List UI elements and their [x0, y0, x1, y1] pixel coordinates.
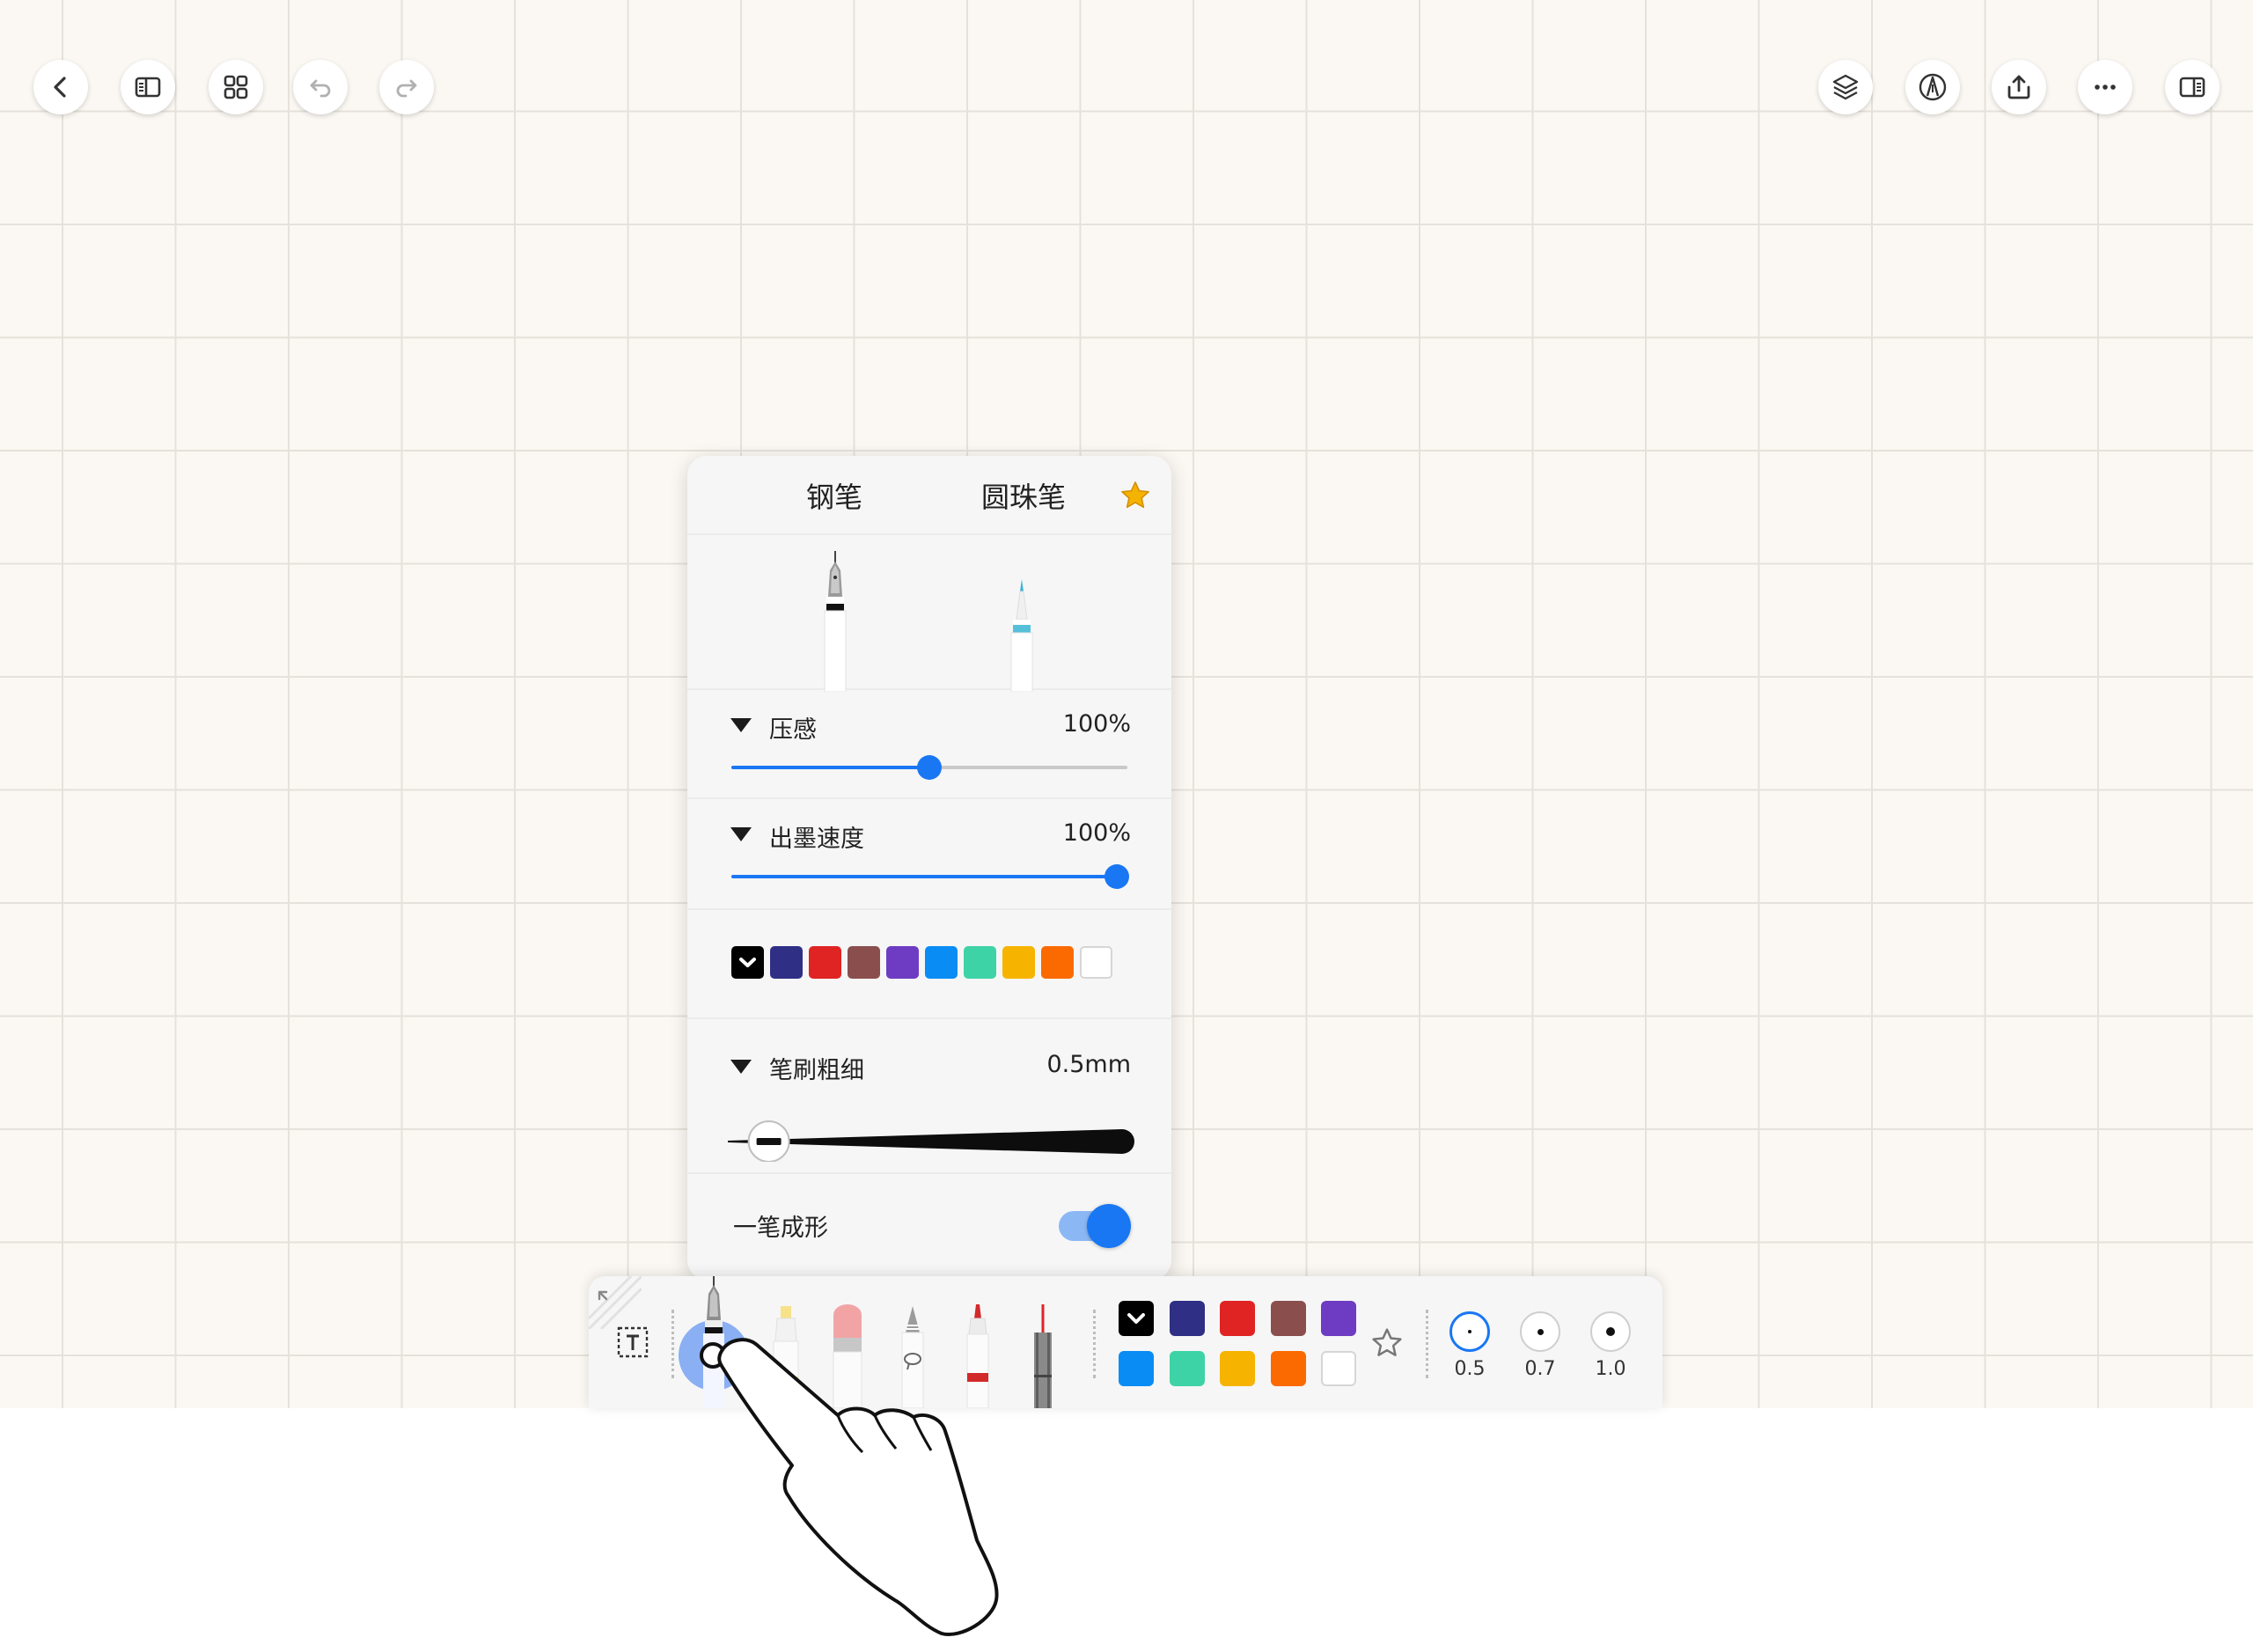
ink-speed-slider-fill — [731, 875, 1117, 878]
pressure-slider-fill — [731, 766, 929, 769]
ink-speed-slider[interactable] — [731, 864, 1129, 889]
toolbar-divider — [1426, 1310, 1428, 1378]
pressure-value: 100% — [1062, 710, 1131, 738]
collapse-pressure-icon[interactable] — [730, 718, 752, 732]
toolbar-color-swatch[interactable] — [1270, 1301, 1306, 1336]
pressure-label: 压感 — [769, 716, 817, 744]
color-swatch[interactable] — [731, 946, 764, 979]
check-icon — [739, 958, 756, 967]
tab-fountain-pen[interactable]: 钢笔 — [806, 475, 862, 516]
grid-view-icon — [224, 75, 248, 99]
toolbar-color-swatch[interactable] — [1220, 1301, 1255, 1336]
redo-button[interactable] — [379, 60, 434, 114]
one-stroke-section: 一笔成形 — [687, 1172, 1171, 1280]
size-dot-large — [1606, 1327, 1615, 1336]
size-label-0.7: 0.7 — [1524, 1358, 1556, 1380]
pressure-slider[interactable] — [731, 755, 1127, 780]
redo-icon — [396, 79, 417, 98]
pressure-section: 压感 100% — [687, 688, 1171, 799]
sidebar-toggle-icon — [135, 77, 161, 98]
color-swatch[interactable] — [886, 946, 919, 979]
color-swatch[interactable] — [964, 946, 996, 979]
text-box-icon[interactable] — [616, 1325, 649, 1359]
undo-icon — [310, 79, 331, 98]
toolbar-color-swatch[interactable] — [1119, 1351, 1154, 1386]
pen-nib-icon — [1919, 73, 1947, 101]
back-button[interactable] — [33, 60, 88, 114]
size-option-0.7[interactable] — [1520, 1311, 1560, 1352]
toolbar-divider — [671, 1310, 674, 1378]
pen-settings-panel: 钢笔 圆珠笔 压感 100% 出墨速度 100% 笔刷粗细 0.5mm 一笔成形 — [687, 456, 1171, 1280]
grid-view-button[interactable] — [209, 60, 263, 114]
tap-hand-icon — [700, 1338, 999, 1636]
brush-width-section: 笔刷粗细 0.5mm — [687, 1017, 1171, 1174]
share-icon — [2007, 75, 2030, 99]
star-filled-icon[interactable] — [1119, 479, 1152, 512]
one-stroke-toggle[interactable] — [1059, 1204, 1131, 1248]
color-swatch[interactable] — [770, 946, 803, 979]
back-icon — [54, 77, 66, 98]
toolbar-divider — [1093, 1310, 1096, 1378]
brush-width-slider[interactable] — [726, 1109, 1140, 1162]
layers-icon — [1832, 74, 1859, 100]
pen-type-tabs: 钢笔 圆珠笔 — [687, 456, 1171, 535]
toolbar-color-swatch[interactable] — [1321, 1301, 1356, 1336]
laser-pointer-icon[interactable] — [1018, 1304, 1068, 1408]
toggle-knob — [1087, 1204, 1131, 1248]
collapse-brush-width-icon[interactable] — [730, 1060, 752, 1074]
size-dot-small — [1468, 1330, 1471, 1333]
size-label-1.0: 1.0 — [1595, 1358, 1626, 1380]
color-swatch[interactable] — [1041, 946, 1074, 979]
size-label-0.5: 0.5 — [1454, 1358, 1486, 1380]
share-button[interactable] — [1992, 60, 2046, 114]
brush-width-value: 0.5mm — [1046, 1051, 1131, 1078]
toolbar-color-swatch[interactable] — [1169, 1301, 1205, 1336]
collapse-toolbar-icon[interactable] — [589, 1276, 642, 1329]
brush-width-label: 笔刷粗细 — [769, 1057, 864, 1084]
ink-speed-section: 出墨速度 100% — [687, 797, 1171, 910]
more-button[interactable] — [2078, 60, 2132, 114]
color-swatch[interactable] — [848, 946, 880, 979]
split-view-icon — [2179, 77, 2205, 98]
check-icon — [1127, 1313, 1145, 1324]
more-icon — [2095, 84, 2116, 90]
toolbar-color-swatch[interactable] — [1119, 1301, 1154, 1336]
color-swatch[interactable] — [925, 946, 958, 979]
toolbar-color-swatch[interactable] — [1270, 1351, 1306, 1386]
layers-button[interactable] — [1818, 60, 1873, 114]
split-view-button[interactable] — [2165, 60, 2220, 114]
one-stroke-label: 一笔成形 — [733, 1215, 828, 1242]
toolbar-color-swatch[interactable] — [1169, 1351, 1205, 1386]
brush-width-marker — [756, 1138, 782, 1145]
toolbar-color-swatch[interactable] — [1321, 1351, 1356, 1386]
color-swatch[interactable] — [809, 946, 841, 979]
fountain-pen-icon[interactable] — [811, 551, 860, 692]
size-dot-medium — [1537, 1328, 1544, 1335]
pen-mode-button[interactable] — [1905, 60, 1960, 114]
ink-speed-value: 100% — [1062, 819, 1131, 847]
tab-ballpoint-pen[interactable]: 圆珠笔 — [981, 475, 1066, 516]
pen-preview-row — [687, 533, 1171, 692]
pressure-slider-handle[interactable] — [917, 755, 942, 780]
ink-speed-slider-handle[interactable] — [1104, 864, 1129, 889]
undo-button[interactable] — [293, 60, 348, 114]
size-option-0.5[interactable] — [1449, 1311, 1490, 1352]
collapse-ink-speed-icon[interactable] — [730, 827, 752, 841]
color-swatch[interactable] — [1080, 946, 1112, 979]
toolbar-color-swatch[interactable] — [1220, 1351, 1255, 1386]
ballpoint-pen-icon[interactable] — [997, 551, 1046, 692]
size-option-1.0[interactable] — [1590, 1311, 1631, 1352]
ink-speed-label: 出墨速度 — [769, 826, 864, 853]
sidebar-toggle-button[interactable] — [121, 60, 175, 114]
star-outline-icon[interactable] — [1369, 1325, 1405, 1361]
color-swatch[interactable] — [1002, 946, 1035, 979]
